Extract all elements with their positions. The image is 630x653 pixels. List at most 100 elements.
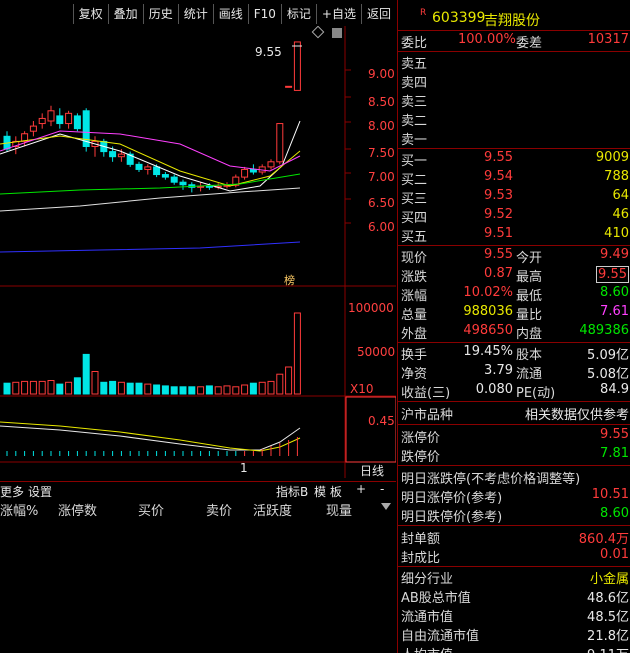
turnover-rate: 19.45% (463, 344, 513, 359)
kline-chart[interactable]: 9.55 榜 9.00 8.50 8.00 7.50 7.00 6.50 6.0… (0, 26, 396, 478)
price-tick-7.00: 7.00 (368, 170, 395, 184)
price-tick-9.00: 9.00 (368, 67, 395, 81)
industry-row[interactable]: 细分行业 小金属 (398, 568, 630, 587)
volume-bar (161, 385, 169, 395)
open-price: 9.49 (600, 247, 629, 262)
collapse-icon[interactable] (332, 28, 342, 38)
volume-bar (241, 384, 249, 395)
market-label: 沪市品种 (401, 408, 454, 423)
industry-label: 细分行业 (401, 572, 454, 587)
candle-body (135, 163, 143, 170)
ask-label: 卖二 (401, 114, 428, 129)
order-diff-value: 10317 (587, 32, 629, 47)
quote-row-price: 现价 9.55 今开 9.49 (398, 247, 630, 266)
bid-volume: 788 (604, 169, 629, 184)
candle-body (179, 181, 187, 186)
toolbar-button-draw[interactable]: 画线 (212, 4, 248, 24)
bid-label: 买四 (401, 211, 428, 226)
candle-body (205, 185, 213, 188)
bid-price: 9.51 (484, 226, 513, 241)
tab-settings[interactable]: 设置 (28, 483, 52, 500)
ask-row[interactable]: 卖三 (398, 91, 630, 110)
cursor-label: 1 (240, 461, 248, 475)
bid-volume: 46 (612, 207, 629, 222)
macd-dif-line (0, 425, 301, 451)
quote-label: 内盘 (516, 327, 543, 342)
float-shares: 5.08亿 (587, 367, 629, 382)
limit-down-label: 跌停价 (401, 450, 441, 465)
col-change-pct[interactable]: 涨幅% (0, 500, 38, 519)
eps: 0.080 (475, 382, 513, 397)
toolbar-button-mark[interactable]: 标记 (280, 4, 316, 24)
volume-bar (179, 386, 187, 395)
ask-label: 卖三 (401, 95, 428, 110)
bid-label: 买二 (401, 173, 428, 188)
ask-row[interactable]: 卖五 (398, 53, 630, 72)
remove-button[interactable]: - (380, 482, 384, 496)
moving-average-line (0, 120, 301, 192)
tab-indicator-b[interactable]: 指标B (276, 483, 308, 500)
toolbar-button-history[interactable]: 历史 (142, 4, 178, 24)
scroll-down-icon[interactable] (381, 503, 391, 510)
cap-value: 9.11万 (587, 644, 629, 653)
tab-more[interactable]: 更多 (0, 483, 24, 500)
quote-row-volume: 总量 988036 量比 7.61 (398, 304, 630, 323)
volume-bar (276, 373, 284, 395)
quote-label: 总量 (401, 308, 428, 323)
quote-row-change: 涨跌 0.87 最高 9.55 (398, 266, 630, 285)
bid-row[interactable]: 买四 9.52 46 (398, 207, 630, 226)
order-ratio-row: 委比 100.00% 委差 10317 (398, 32, 630, 51)
toolbar-button-overlay[interactable]: 叠加 (107, 4, 143, 24)
col-ask[interactable]: 卖价 (206, 500, 232, 519)
period-label[interactable]: 日线 (360, 464, 384, 478)
chart-toolbar: 复权 叠加 历史 统计 画线 F10 标记 +自选 返回 (0, 4, 396, 26)
ask-row[interactable]: 卖二 (398, 110, 630, 129)
quote-label: 现价 (401, 251, 428, 266)
col-limit-count[interactable]: 涨停数 (58, 500, 97, 519)
add-button[interactable]: + (356, 482, 366, 496)
col-last-vol[interactable]: 现量 (326, 500, 352, 519)
toolbar-button-add-watch[interactable]: +自选 (315, 4, 361, 24)
pe-ratio: 84.9 (600, 382, 629, 397)
tab-template[interactable]: 模 板 (314, 483, 342, 500)
macd-value-box (345, 396, 396, 463)
bid-row[interactable]: 买一 9.55 9009 (398, 150, 630, 169)
volume-bar (293, 312, 301, 395)
toolbar-button-stats[interactable]: 统计 (177, 4, 213, 24)
fund-label: PE(动) (516, 386, 556, 401)
bid-row[interactable]: 买二 9.54 788 (398, 169, 630, 188)
volume-bar (82, 353, 90, 395)
candle-body (249, 168, 257, 173)
toolbar-button-fuquan[interactable]: 复权 (72, 4, 108, 24)
ask-row[interactable]: 卖一 (398, 129, 630, 148)
volume-bar (12, 381, 20, 395)
change-value: 0.87 (484, 266, 513, 281)
bid-row[interactable]: 买五 9.51 410 (398, 226, 630, 245)
quote-label: 外盘 (401, 327, 428, 342)
industry-value[interactable]: 小金属 (590, 568, 629, 587)
volume-bar (73, 377, 81, 395)
toolbar-button-back[interactable]: 返回 (360, 4, 396, 24)
price-tick-8.50: 8.50 (368, 95, 395, 109)
toolbar-button-f10[interactable]: F10 (247, 4, 281, 24)
moving-average-line (0, 135, 301, 187)
volume-bar (117, 381, 125, 395)
col-activity[interactable]: 活跃度 (253, 500, 292, 519)
candle-body (285, 85, 293, 88)
candle-body (276, 123, 284, 163)
volume-bar (249, 382, 257, 395)
quote-row-outer: 外盘 498650 内盘 489386 (398, 323, 630, 342)
order-ratio-value: 100.00% (458, 32, 516, 47)
ask-row[interactable]: 卖四 (398, 72, 630, 91)
limit-up-price: 9.55 (600, 427, 629, 442)
bang-label[interactable]: 榜 (284, 273, 295, 287)
volume-bar (91, 371, 99, 395)
bid-row[interactable]: 买三 9.53 64 (398, 188, 630, 207)
fund-label: 收益(三) (401, 386, 451, 401)
cap-value: 48.6亿 (587, 591, 629, 606)
settings-icon[interactable] (311, 26, 325, 39)
cap-label: AB股总市值 (401, 591, 471, 606)
candle-body (109, 151, 117, 158)
cap-row: 人均市值 9.11万 (398, 644, 630, 653)
col-bid[interactable]: 买价 (138, 500, 164, 519)
